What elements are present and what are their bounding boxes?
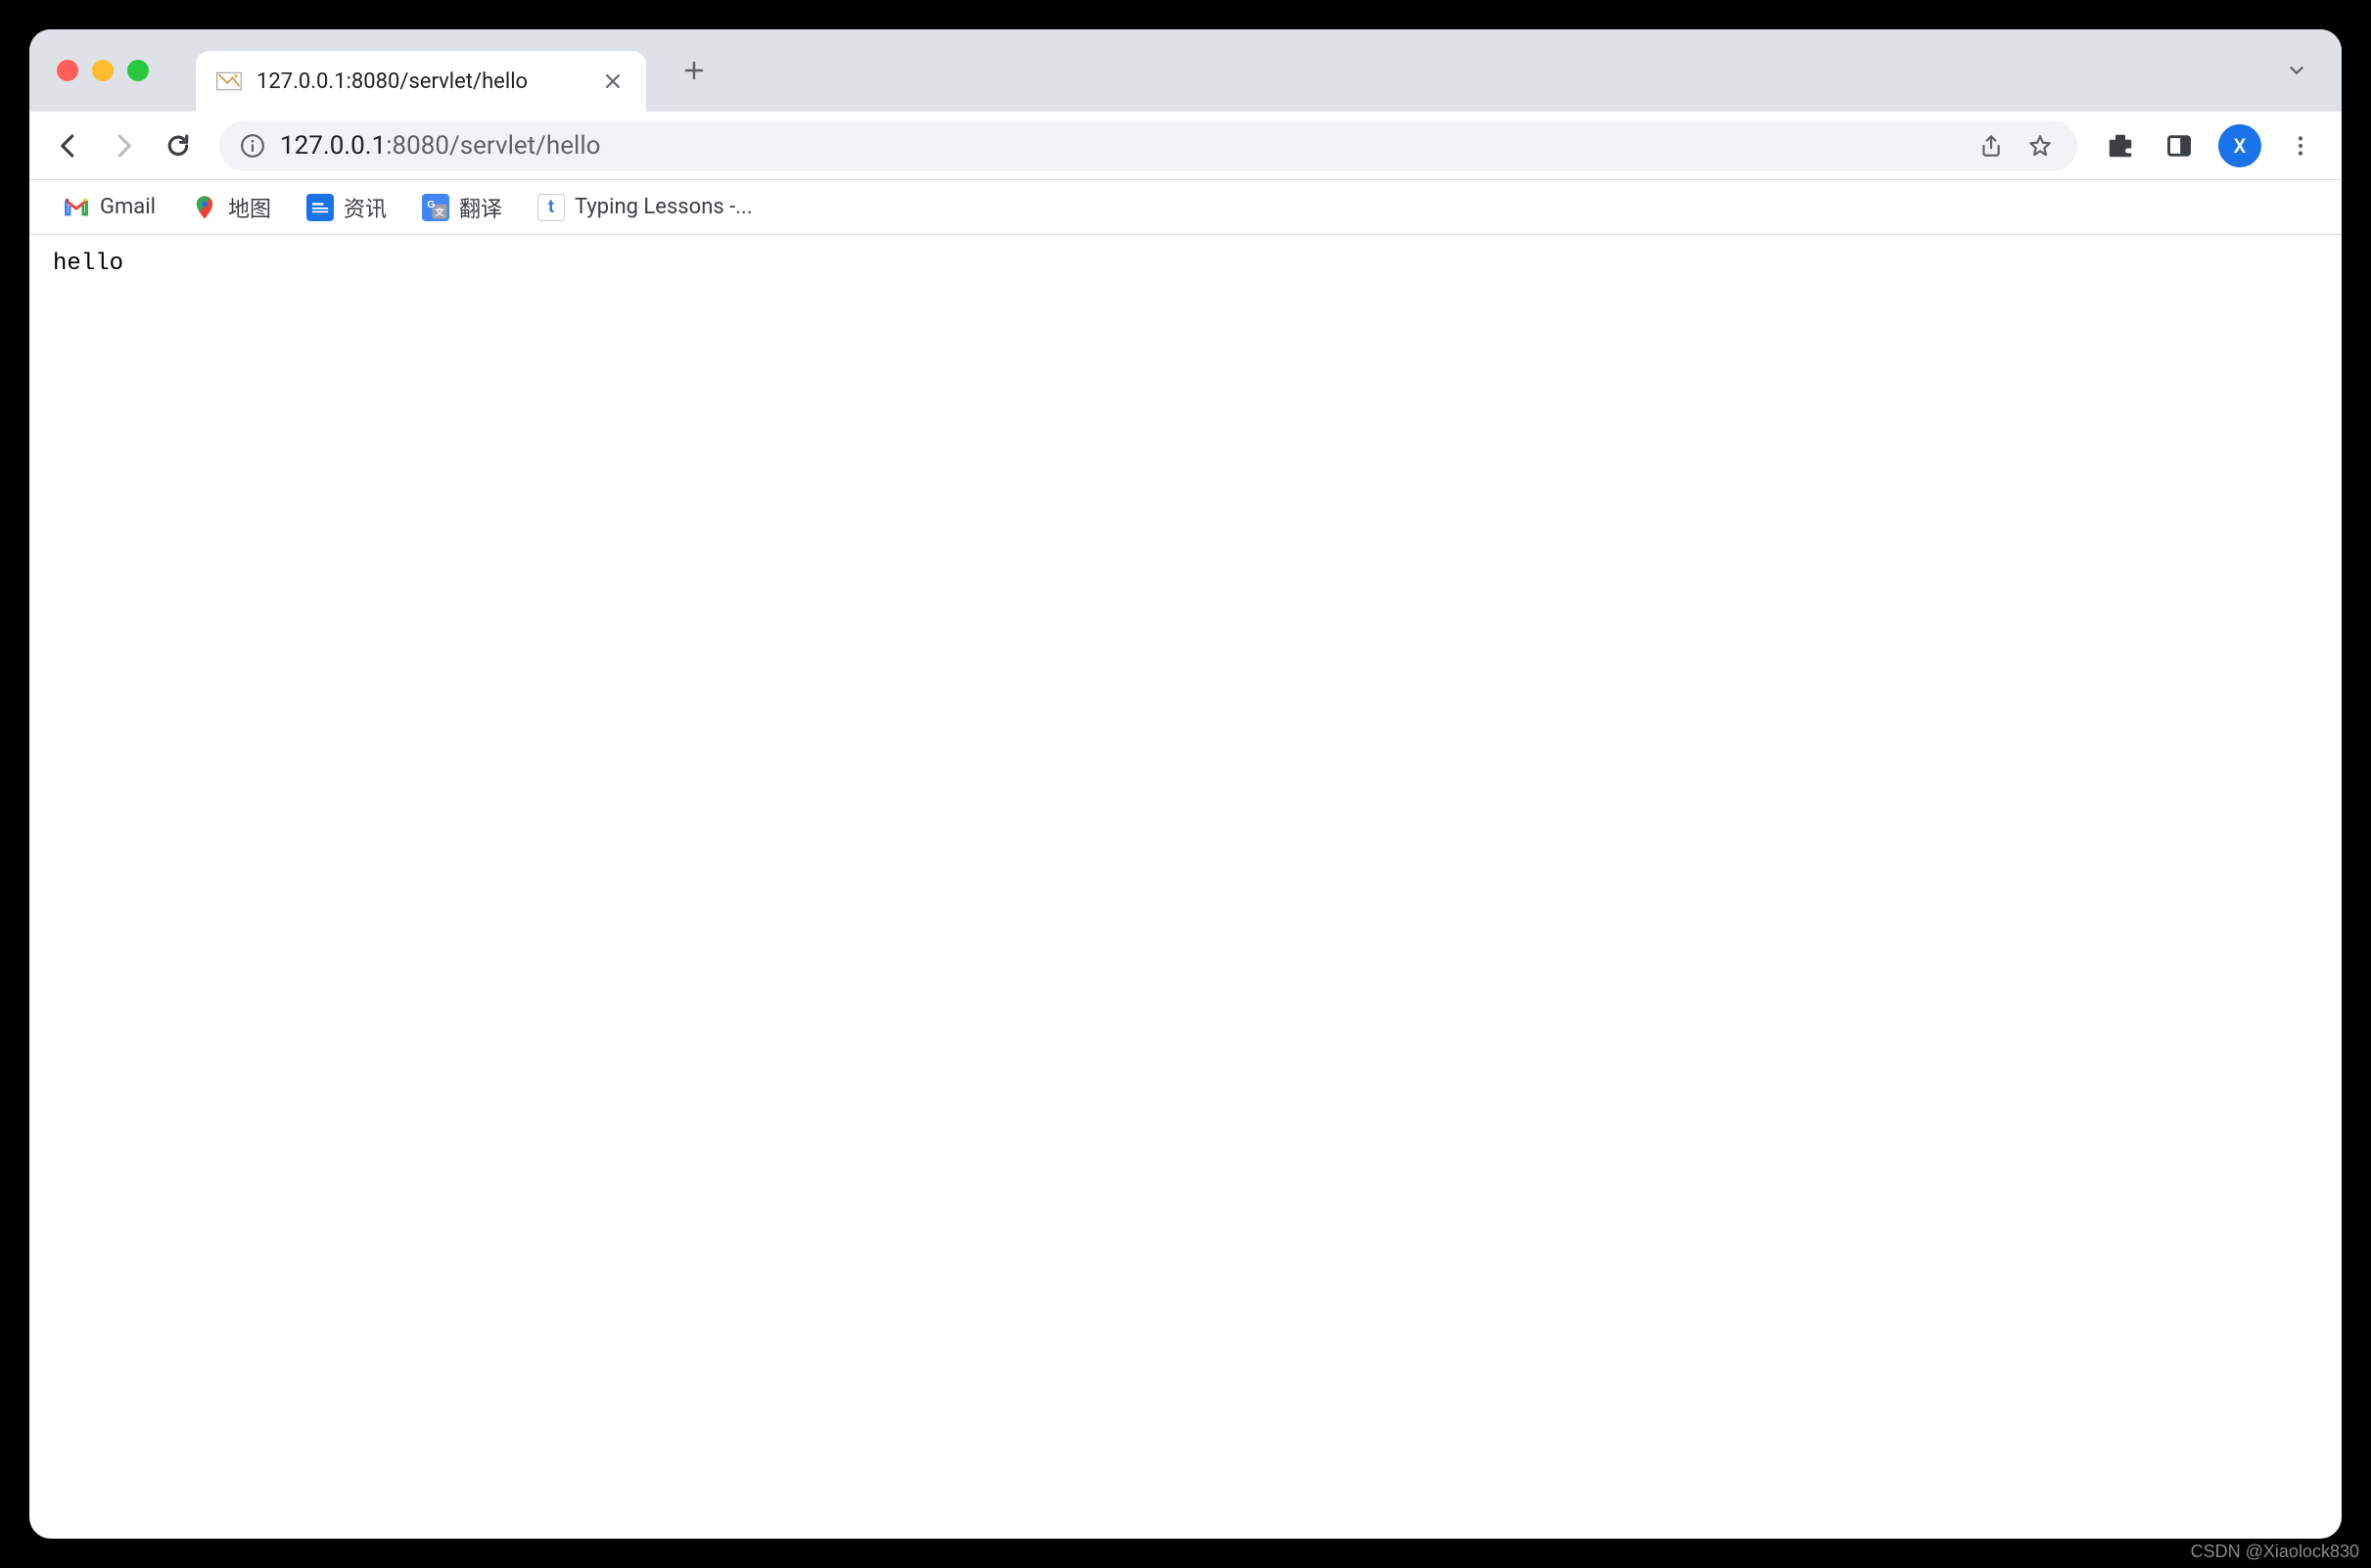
- page-body-text: hello: [53, 251, 123, 277]
- svg-text:G: G: [427, 199, 435, 210]
- bookmarks-bar: Gmail 地图 资讯 G文 翻译 t Typing Lessons -...: [29, 180, 2342, 235]
- page-content: hello: [29, 235, 2342, 293]
- site-info-icon[interactable]: [239, 132, 266, 160]
- svg-text:文: 文: [434, 207, 444, 217]
- minimize-window-button[interactable]: [92, 60, 114, 81]
- maps-icon: [191, 194, 218, 221]
- forward-button[interactable]: [100, 122, 147, 169]
- url-text: 127.0.0.1:8080/servlet/hello: [280, 131, 1960, 161]
- typing-icon: t: [537, 194, 565, 221]
- browser-window: 127.0.0.1:8080/servlet/hello 127.: [29, 29, 2342, 1539]
- maximize-window-button[interactable]: [127, 60, 149, 81]
- reload-button[interactable]: [155, 122, 202, 169]
- gmail-icon: [63, 194, 90, 221]
- close-tab-button[interactable]: [599, 68, 627, 95]
- window-controls: [29, 60, 149, 81]
- bookmark-star-button[interactable]: [2022, 128, 2058, 163]
- close-window-button[interactable]: [57, 60, 78, 81]
- new-tab-button[interactable]: [670, 46, 719, 95]
- extensions-button[interactable]: [2099, 124, 2142, 167]
- bookmark-translate[interactable]: G文 翻译: [408, 184, 516, 231]
- bookmark-label: Gmail: [100, 195, 156, 219]
- tab-favicon-icon: [215, 68, 243, 95]
- back-button[interactable]: [45, 122, 92, 169]
- bookmark-label: 翻译: [459, 192, 502, 223]
- toolbar: 127.0.0.1:8080/servlet/hello X: [29, 112, 2342, 180]
- side-panel-button[interactable]: [2158, 124, 2201, 167]
- profile-initial: X: [2234, 134, 2247, 158]
- share-button[interactable]: [1974, 128, 2009, 163]
- menu-button[interactable]: [2279, 124, 2322, 167]
- bookmark-news[interactable]: 资讯: [293, 184, 400, 231]
- bookmark-label: 资讯: [344, 192, 387, 223]
- tabs-dropdown-button[interactable]: [2275, 49, 2318, 92]
- address-bar[interactable]: 127.0.0.1:8080/servlet/hello: [219, 120, 2077, 171]
- watermark: CSDN @Xiaolock830: [2191, 1542, 2359, 1562]
- bookmark-gmail[interactable]: Gmail: [49, 186, 169, 229]
- news-icon: [306, 194, 334, 221]
- browser-tab[interactable]: 127.0.0.1:8080/servlet/hello: [196, 51, 646, 112]
- translate-icon: G文: [422, 194, 449, 221]
- bookmark-label: 地图: [228, 192, 271, 223]
- profile-avatar[interactable]: X: [2218, 124, 2261, 167]
- title-bar: 127.0.0.1:8080/servlet/hello: [29, 29, 2342, 112]
- bookmark-maps[interactable]: 地图: [177, 184, 285, 231]
- bookmark-label: Typing Lessons -...: [575, 195, 753, 219]
- url-host: 127.0.0.1: [280, 131, 386, 161]
- bookmark-typing[interactable]: t Typing Lessons -...: [524, 186, 767, 229]
- url-path: :8080/servlet/hello: [386, 131, 600, 161]
- tab-title: 127.0.0.1:8080/servlet/hello: [256, 69, 585, 94]
